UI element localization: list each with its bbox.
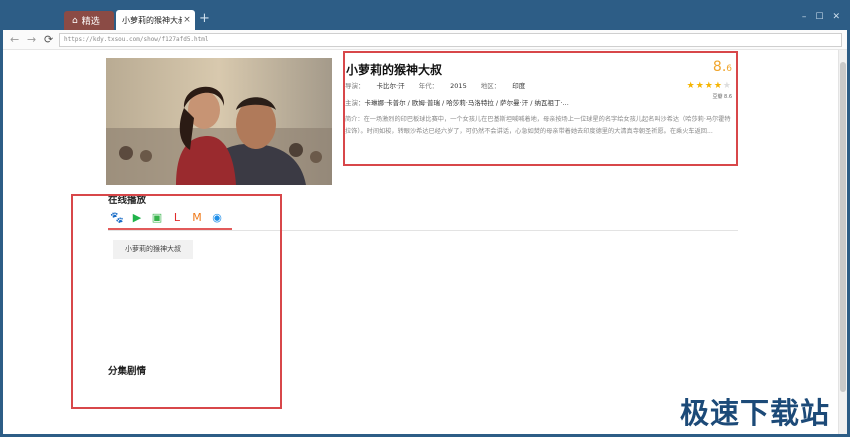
maximize-icon[interactable]: ☐ bbox=[815, 12, 823, 22]
scrollbar[interactable] bbox=[838, 50, 847, 434]
address-bar[interactable]: https://kdy.txsou.com/show/f127afd5.html bbox=[59, 33, 842, 47]
highlight-movie-info bbox=[343, 51, 738, 166]
tab-home[interactable]: ⌂ 精选 bbox=[64, 11, 114, 30]
forward-icon[interactable]: → bbox=[27, 33, 36, 46]
new-tab-icon[interactable]: + bbox=[199, 11, 210, 27]
watermark: 极速下载站 bbox=[679, 396, 830, 430]
nav-bar: ← → ⟳ https://kdy.txsou.com/show/f127afd… bbox=[3, 30, 847, 50]
back-icon[interactable]: ← bbox=[10, 33, 19, 46]
home-icon: ⌂ bbox=[72, 15, 78, 26]
close-tab-icon[interactable]: × bbox=[182, 15, 192, 25]
movie-poster[interactable] bbox=[106, 58, 332, 185]
title-bar: ⌂ 精选 小萝莉的猴神大叔 × + – ☐ ✕ bbox=[0, 0, 850, 30]
close-window-icon[interactable]: ✕ bbox=[832, 12, 840, 22]
minimize-icon[interactable]: – bbox=[802, 12, 807, 22]
scrollbar-thumb[interactable] bbox=[840, 62, 846, 392]
tab-current-label: 小萝莉的猴神大叔 bbox=[122, 15, 182, 25]
tab-current[interactable]: 小萝莉的猴神大叔 × bbox=[116, 10, 195, 30]
reload-icon[interactable]: ⟳ bbox=[44, 33, 53, 46]
window-controls: – ☐ ✕ bbox=[802, 12, 840, 22]
poster-image bbox=[106, 58, 332, 185]
highlight-online-play bbox=[71, 194, 282, 409]
tab-home-label: 精选 bbox=[81, 17, 100, 27]
